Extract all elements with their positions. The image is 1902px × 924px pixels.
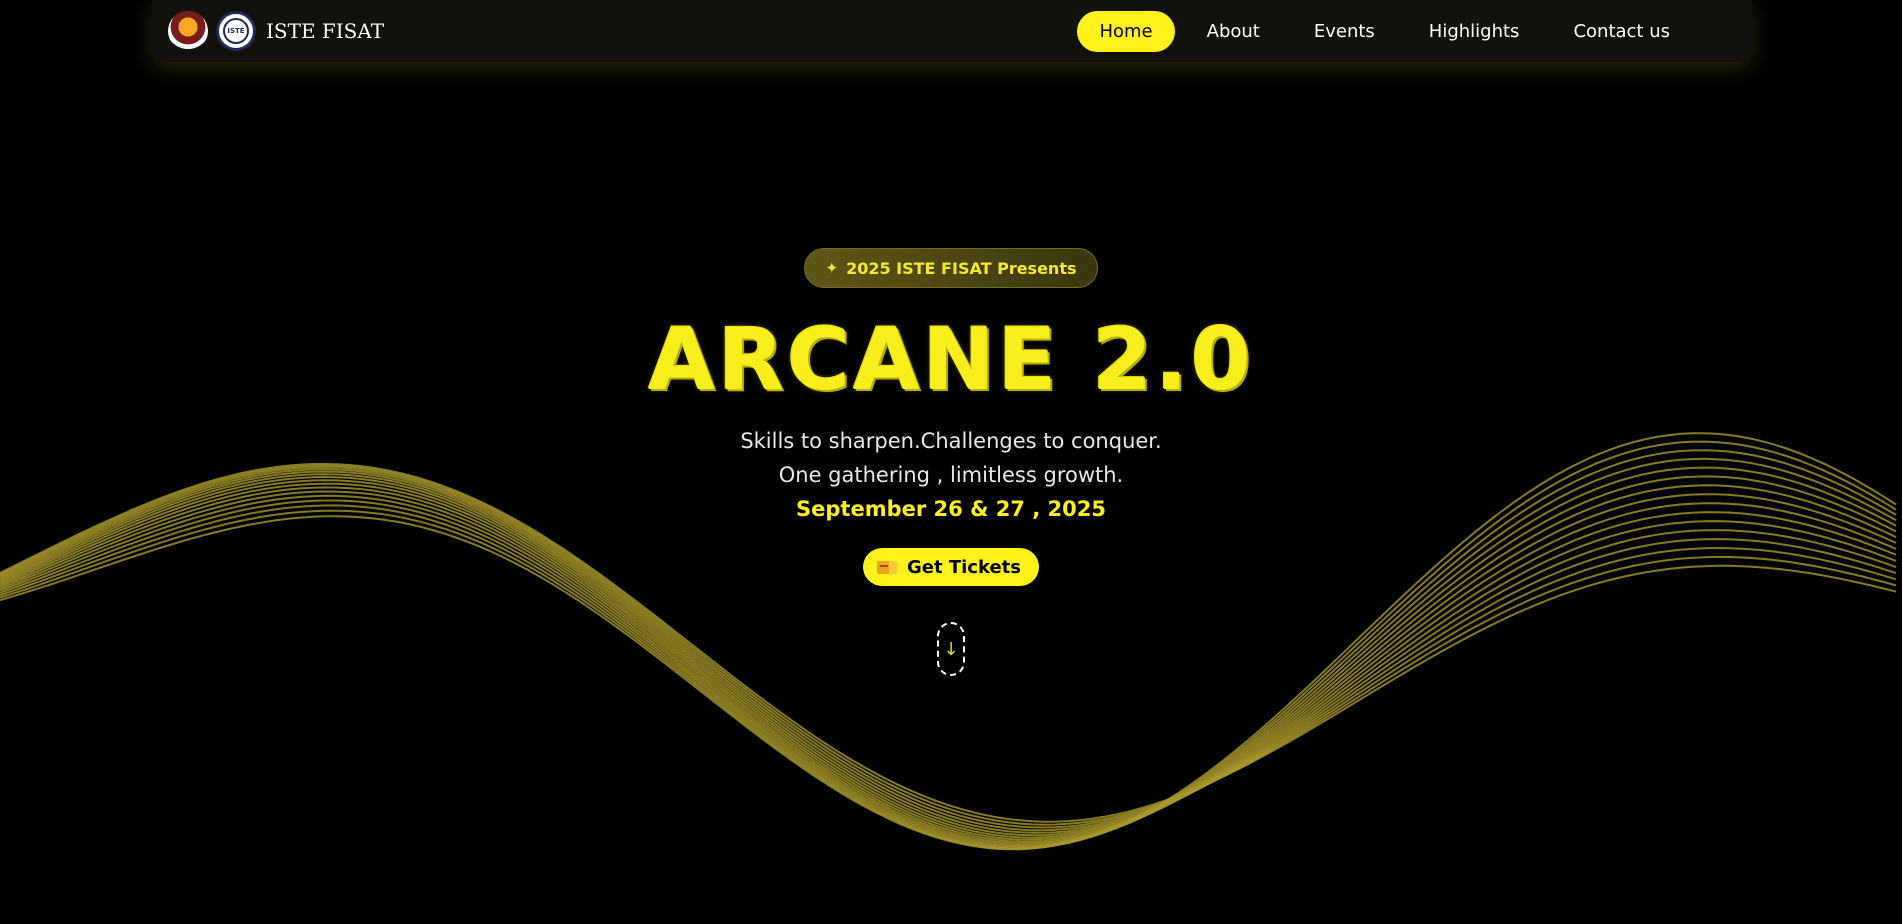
badge-text: 2025 ISTE FISAT Presents [846,258,1077,278]
presents-badge: ✦ 2025 ISTE FISAT Presents [804,248,1098,288]
get-tickets-label: Get Tickets [907,556,1021,578]
arrow-down-icon: ↓ [943,638,959,660]
tagline-line-2: One gathering , limitless growth. [778,463,1124,487]
scroll-down-indicator[interactable]: ↓ [937,622,965,676]
event-date: September 26 & 27 , 2025 [796,497,1106,521]
sparkle-icon: ✦ [825,259,839,277]
tagline-line-1: Skills to sharpen.Challenges to conquer. [740,429,1162,453]
get-tickets-button[interactable]: Get Tickets [863,548,1039,586]
page: ISTE ISTE FISAT Home About Events Highli… [0,0,1902,924]
hero-section: ✦ 2025 ISTE FISAT Presents ARCANE 2.0 Sk… [0,0,1902,924]
ticket-icon [877,560,897,574]
event-title: ARCANE 2.0 [648,310,1254,410]
